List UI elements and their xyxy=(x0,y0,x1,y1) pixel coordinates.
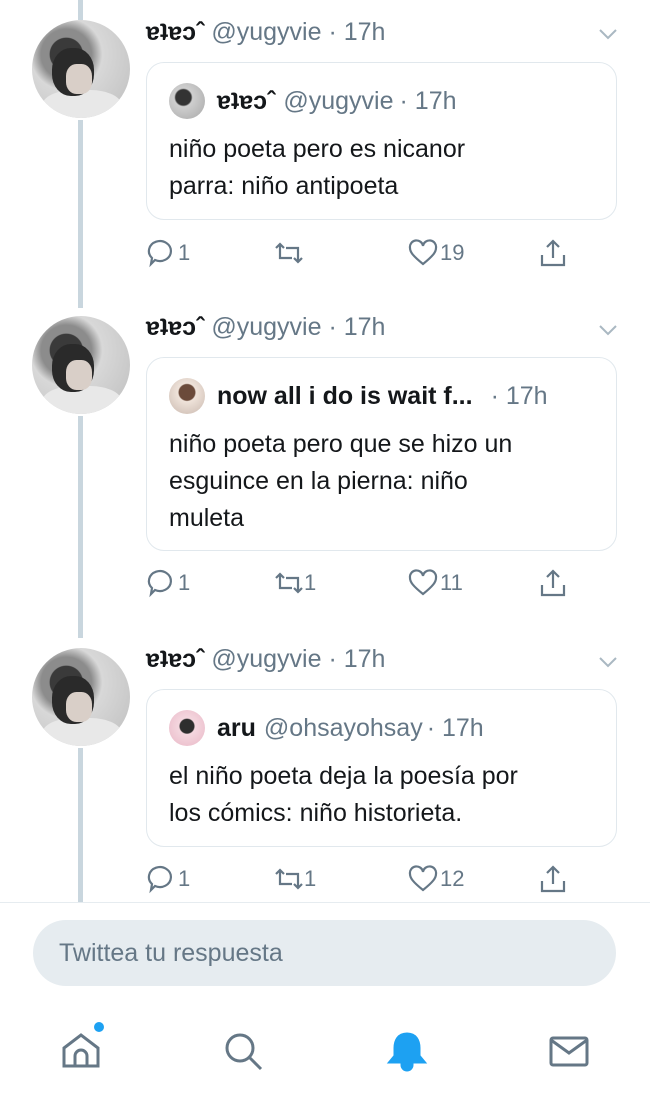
reply-placeholder: Twittea tu respuesta xyxy=(59,938,283,967)
chevron-down-icon[interactable] xyxy=(596,650,620,674)
quoted-text: el niño poeta deja la poesía por los cóm… xyxy=(169,762,518,827)
share-button[interactable] xyxy=(538,864,568,894)
quoted-timestamp: · 17h xyxy=(399,86,457,115)
quoted-avatar xyxy=(169,710,205,746)
thread-line xyxy=(78,0,83,20)
display-name[interactable]: ɐʇɐɔ xyxy=(146,313,196,341)
like-count: 12 xyxy=(440,866,465,891)
handle[interactable]: @yugyvie xyxy=(211,313,321,341)
retweet-button[interactable]: 1 xyxy=(274,864,316,894)
tweet-header: ɐʇɐɔˆ @yugyvie · 17h xyxy=(146,313,385,342)
quoted-handle: @yugyvie xyxy=(283,86,394,115)
tab-home[interactable] xyxy=(58,1022,104,1074)
divider xyxy=(0,902,650,903)
reply-icon xyxy=(147,866,172,894)
timestamp: · 17h xyxy=(328,313,386,341)
thread-line xyxy=(78,416,83,638)
thread-line xyxy=(78,120,83,308)
chevron-down-icon[interactable] xyxy=(596,22,620,46)
mail-icon xyxy=(549,1036,589,1067)
reply-button[interactable]: 1 xyxy=(146,238,190,268)
quoted-text: niño poeta pero es nicanor parra: niño a… xyxy=(169,135,466,200)
name-mark: ˆ xyxy=(196,313,205,341)
thread-line xyxy=(78,748,83,902)
share-button[interactable] xyxy=(538,238,568,268)
like-count: 11 xyxy=(440,570,463,595)
timestamp: · 17h xyxy=(328,645,386,673)
retweet-icon xyxy=(275,242,303,264)
reply-button[interactable]: 1 xyxy=(146,568,190,598)
avatar[interactable] xyxy=(32,648,130,746)
quoted-tweet[interactable]: ɐʇɐɔ ˆ @yugyvie · 17h niño poeta pero es … xyxy=(146,62,617,220)
reply-count: 1 xyxy=(178,240,191,265)
bell-icon xyxy=(386,1032,428,1072)
share-icon xyxy=(540,865,566,893)
quoted-tweet[interactable]: aru @ohsayohsay · 17h el niño poeta deja… xyxy=(146,689,617,847)
quoted-avatar xyxy=(169,378,205,414)
quoted-avatar xyxy=(169,83,205,119)
retweet-icon xyxy=(275,868,303,890)
retweet-icon xyxy=(275,572,303,594)
tab-bar xyxy=(0,1020,650,1090)
reply-icon xyxy=(147,570,172,598)
handle[interactable]: @yugyvie xyxy=(211,18,321,46)
tweet-actions: 1 19 xyxy=(146,238,616,274)
reply-input[interactable]: Twittea tu respuesta xyxy=(33,920,616,986)
heart-icon xyxy=(408,239,438,266)
quoted-timestamp: · 17h xyxy=(426,713,484,742)
name-mark: ˆ xyxy=(196,645,205,673)
reply-icon xyxy=(147,240,172,268)
heart-icon xyxy=(408,569,438,596)
chevron-down-icon[interactable] xyxy=(596,318,620,342)
share-button[interactable] xyxy=(538,568,568,598)
avatar-face xyxy=(66,64,92,94)
search-icon xyxy=(225,1033,263,1071)
timestamp: · 17h xyxy=(328,18,386,46)
avatar-face xyxy=(66,360,92,390)
name-mark: ˆ xyxy=(196,18,205,46)
display-name[interactable]: ɐʇɐɔ xyxy=(146,18,196,46)
tweet-actions: 1 1 11 xyxy=(146,568,616,604)
tweet-actions: 1 1 12 xyxy=(146,864,616,900)
quoted-timestamp: · 17h xyxy=(490,381,548,410)
tab-search[interactable] xyxy=(220,1028,266,1074)
tab-notifications[interactable] xyxy=(384,1028,430,1074)
home-icon xyxy=(62,1033,100,1068)
quoted-text: niño poeta pero que se hizo un esguince … xyxy=(169,430,513,532)
retweet-button[interactable] xyxy=(274,238,304,268)
avatar[interactable] xyxy=(32,20,130,118)
handle[interactable]: @yugyvie xyxy=(211,645,321,673)
tweet-header: ɐʇɐɔˆ @yugyvie · 17h xyxy=(146,18,385,47)
reply-count: 1 xyxy=(178,570,191,595)
like-button[interactable]: 12 xyxy=(408,864,464,894)
share-icon xyxy=(540,239,566,267)
tweet-header: ɐʇɐɔˆ @yugyvie · 17h xyxy=(146,645,385,674)
quoted-header: now all i do is wait f... · 17h xyxy=(169,378,548,414)
quoted-header: ɐʇɐɔ ˆ @yugyvie · 17h xyxy=(169,83,457,119)
display-name[interactable]: ɐʇɐɔ xyxy=(146,645,196,673)
quoted-name-mark: ˆ xyxy=(267,86,276,115)
avatar-face xyxy=(66,692,92,722)
reply-count: 1 xyxy=(178,866,191,891)
reply-button[interactable]: 1 xyxy=(146,864,190,894)
quoted-handle: @ohsayohsay xyxy=(263,713,423,742)
avatar[interactable] xyxy=(32,316,130,414)
quoted-tweet[interactable]: now all i do is wait f... · 17h niño poe… xyxy=(146,357,617,551)
heart-icon xyxy=(408,865,438,892)
quoted-name: now all i do is wait f... xyxy=(217,381,473,410)
share-icon xyxy=(540,569,566,597)
retweet-count: 1 xyxy=(304,570,317,595)
quoted-header: aru @ohsayohsay · 17h xyxy=(169,710,484,746)
retweet-button[interactable]: 1 xyxy=(274,568,316,598)
retweet-count: 1 xyxy=(304,866,317,891)
quoted-name: ɐʇɐɔ xyxy=(217,86,268,115)
like-count: 19 xyxy=(440,240,465,265)
notification-dot xyxy=(94,1022,104,1032)
quoted-name: aru xyxy=(217,713,256,742)
like-button[interactable]: 11 xyxy=(408,568,463,598)
like-button[interactable]: 19 xyxy=(408,238,464,268)
tab-messages[interactable] xyxy=(546,1028,592,1074)
